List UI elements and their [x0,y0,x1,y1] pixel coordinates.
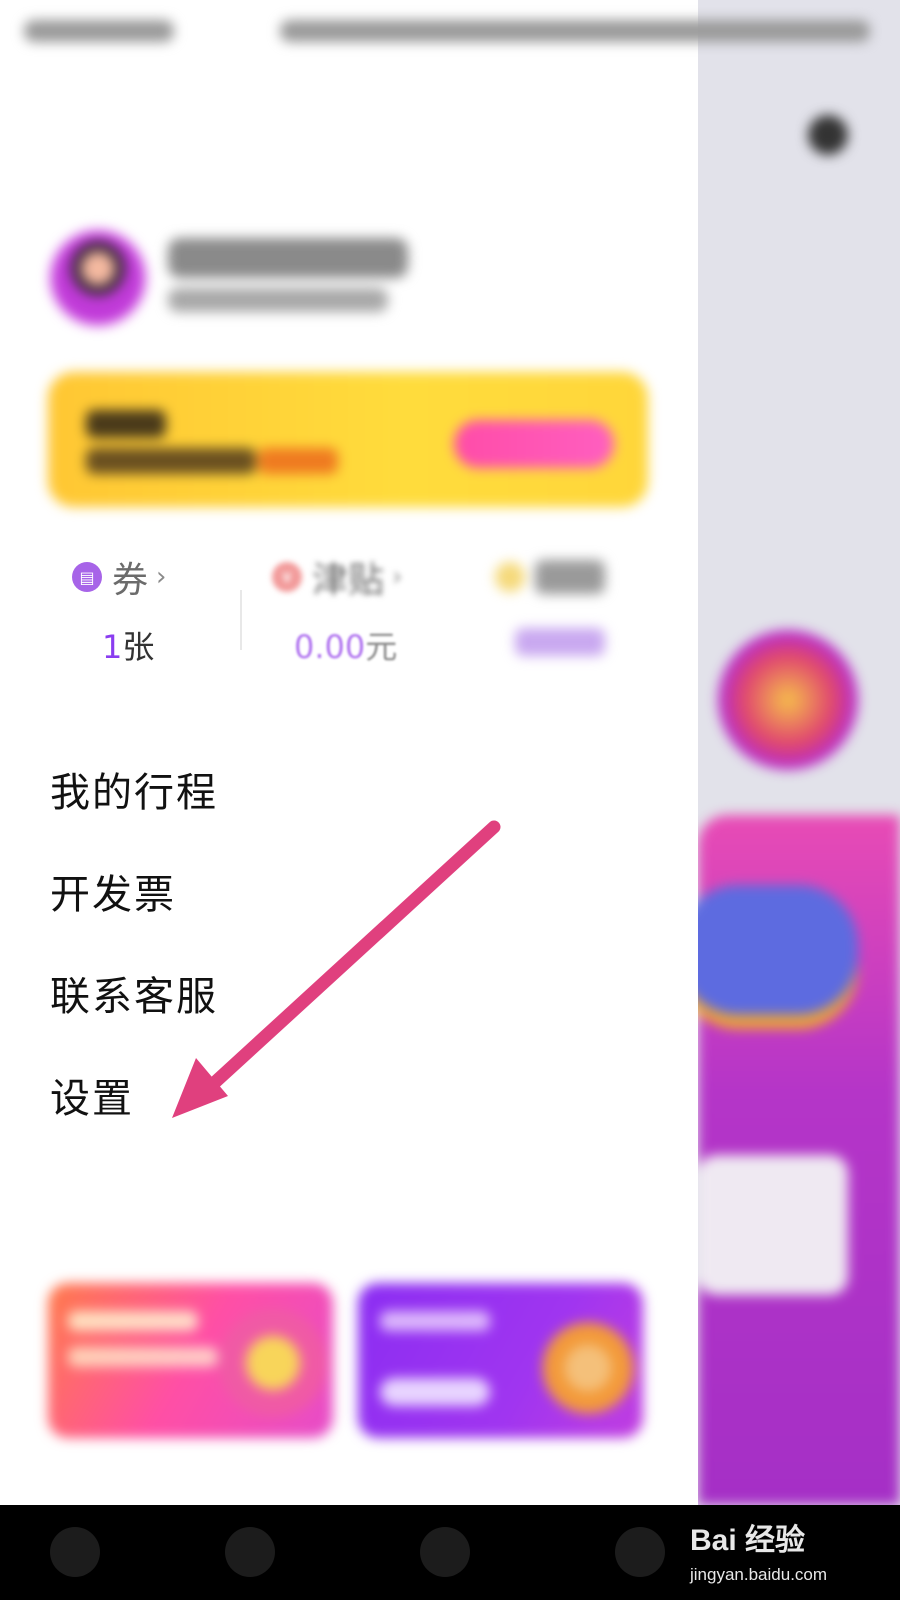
username [168,238,408,278]
background-app-button [808,115,848,155]
nav-home-button[interactable] [420,1527,470,1577]
menu-item-settings[interactable]: 设置 [50,1066,134,1124]
menu-item-invoice[interactable]: 开发票 [50,862,176,920]
user-profile[interactable] [48,220,448,330]
side-drawer: ▤ 券 › 1张 ¥ 津贴 › 0.00元 我的行程 开发票 联系客服 设置 [0,0,698,1505]
allowance-label: 津贴 [312,560,385,601]
ticket-icon: ▤ [72,562,102,592]
third-stat-label [535,560,605,594]
promo-card-left-subtitle [68,1347,218,1367]
allowance-stat[interactable]: ¥ 津贴 › 0.00元 [272,552,462,672]
stats-divider [240,590,242,650]
background-app-panel [698,0,900,1505]
banner-subtitle [86,448,256,474]
status-bar-right [280,20,870,42]
banner-title [86,410,166,438]
coupon-stat[interactable]: ▤ 券 › 1张 [72,552,262,672]
promo-card-right[interactable] [358,1283,643,1438]
background-app-promo-banner [698,815,900,1505]
promo-card-right-button[interactable] [380,1378,490,1406]
money-bag-icon: ¥ [272,562,302,592]
background-app-mascot-image [718,630,858,770]
promo-card-left-title [68,1311,198,1331]
coupon-label: 券 [112,560,149,601]
status-bar-left [24,20,174,42]
menu-item-customer-service[interactable]: 联系客服 [50,964,218,1022]
avatar[interactable] [50,230,146,326]
third-stat-value [515,628,605,656]
allowance-value: 0.00元 [294,628,398,666]
banner-highlight [258,448,338,474]
promo-card-right-illustration [538,1303,638,1433]
promo-bubble [698,885,858,1015]
nav-back-button[interactable] [225,1527,275,1577]
chevron-right-icon: › [156,562,167,592]
nav-recents-button[interactable] [615,1527,665,1577]
third-stat[interactable] [495,552,685,672]
baidu-jingyan-watermark: Bai 经验 jingyan.baidu.com [690,1505,900,1600]
watermark-url: jingyan.baidu.com [690,1565,828,1584]
user-subtitle [168,288,388,312]
membership-banner[interactable] [48,372,648,507]
promo-card-right-title [380,1311,490,1331]
promo-card-left[interactable] [48,1283,333,1438]
menu-item-my-trips[interactable]: 我的行程 [50,760,218,818]
membership-action-button[interactable] [454,420,614,468]
watermark-brand: Bai 经验 [690,1524,806,1557]
promo-card-left-illustration [218,1293,328,1433]
chevron-right-icon: › [392,562,403,592]
promo-card [698,1155,848,1295]
coupon-value: 1张 [102,628,155,666]
status-bar [0,0,900,60]
nav-menu-button[interactable] [50,1527,100,1577]
coin-icon [495,562,525,592]
